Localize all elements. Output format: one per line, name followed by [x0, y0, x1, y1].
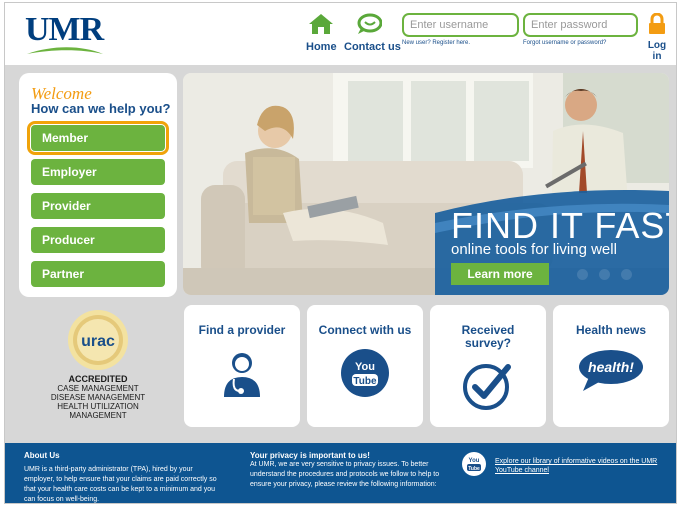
- site-footer: About Us UMR is a third-party administra…: [5, 443, 676, 503]
- hero-subline: online tools for living well: [451, 241, 617, 258]
- welcome-panel: Welcome How can we help you? Member Empl…: [19, 73, 177, 297]
- svg-text:Tube: Tube: [353, 376, 377, 387]
- tile-health-news-title: Health news: [575, 323, 647, 337]
- umr-logo[interactable]: UMR: [25, 11, 104, 55]
- nav-contact[interactable]: Contact us: [344, 13, 401, 53]
- urac-seal-icon: urac: [68, 310, 128, 370]
- about-heading: About Us: [24, 451, 60, 460]
- carousel-dot-3[interactable]: [621, 269, 632, 280]
- tile-connect[interactable]: Connect with us You Tube: [307, 305, 423, 427]
- health-bubble-icon: health!: [579, 350, 643, 391]
- tile-survey[interactable]: Received survey?: [430, 305, 546, 427]
- hero-banner[interactable]: FIND IT FAST online tools for living wel…: [183, 73, 669, 295]
- checkmark-icon: [463, 364, 511, 410]
- tile-health-news[interactable]: Health news health!: [553, 305, 669, 427]
- producer-button[interactable]: Producer: [31, 227, 165, 253]
- site-header: UMR Home Contact us Enter username Enter…: [5, 3, 676, 63]
- urac-line: HEALTH UTILIZATION: [57, 402, 139, 411]
- urac-accreditation: urac ACCREDITED CASE MANAGEMENT DISEASE …: [19, 305, 177, 430]
- privacy-text: At UMR, we are very sensitive to privacy…: [250, 461, 440, 488]
- urac-seal-text: urac: [81, 333, 115, 350]
- tile-survey-title: Received survey?: [461, 323, 515, 350]
- youtube-icon: You Tube: [341, 349, 389, 397]
- doctor-icon: [224, 353, 260, 397]
- learn-more-button[interactable]: Learn more: [451, 263, 549, 285]
- tile-connect-title: Connect with us: [318, 323, 412, 337]
- logo-text: UMR: [25, 11, 104, 48]
- employer-button[interactable]: Employer: [31, 159, 165, 185]
- carousel-dot-2[interactable]: [599, 269, 610, 280]
- tile-find-provider[interactable]: Find a provider: [184, 305, 300, 427]
- tile-find-provider-title: Find a provider: [198, 323, 286, 337]
- svg-text:You: You: [469, 458, 480, 464]
- svg-text:You: You: [355, 361, 375, 373]
- member-button[interactable]: Member: [27, 121, 169, 155]
- youtube-channel-link[interactable]: Explore our library of informative video…: [495, 457, 673, 475]
- svg-text:health!: health!: [588, 359, 634, 375]
- register-link[interactable]: New user? Register here.: [402, 40, 470, 46]
- carousel-dot-1[interactable]: [577, 269, 588, 280]
- forgot-credentials-link[interactable]: Forgot username or password?: [523, 40, 606, 46]
- provider-button[interactable]: Provider: [31, 193, 165, 219]
- lock-icon: [649, 12, 665, 34]
- urac-heading: ACCREDITED: [68, 374, 128, 384]
- page-frame: UMR Home Contact us Enter username Enter…: [4, 2, 677, 504]
- partner-button[interactable]: Partner: [31, 261, 165, 287]
- logo-swoosh-icon: [27, 47, 103, 54]
- chat-icon: [357, 13, 383, 34]
- svg-text:Tube: Tube: [468, 466, 480, 472]
- main-content: Welcome How can we help you? Member Empl…: [5, 65, 676, 443]
- username-input[interactable]: Enter username: [402, 13, 519, 37]
- privacy-heading: Your privacy is important to us!: [250, 451, 370, 460]
- nav-home[interactable]: Home: [306, 13, 337, 53]
- hero-photo: [183, 73, 669, 295]
- home-icon: [309, 14, 333, 34]
- login-button[interactable]: Log in: [643, 12, 671, 62]
- nav-home-label: Home: [306, 41, 337, 53]
- urac-line: CASE MANAGEMENT: [57, 384, 139, 393]
- youtube-badge-icon[interactable]: You Tube: [461, 451, 487, 477]
- about-text: UMR is a third-party administrator (TPA)…: [24, 466, 217, 503]
- welcome-subtitle: How can we help you?: [31, 101, 171, 116]
- nav-contact-label: Contact us: [344, 41, 401, 53]
- password-input[interactable]: Enter password: [523, 13, 638, 37]
- login-label: Log in: [647, 40, 667, 62]
- urac-line: MANAGEMENT: [69, 411, 127, 420]
- urac-line: DISEASE MANAGEMENT: [50, 393, 146, 402]
